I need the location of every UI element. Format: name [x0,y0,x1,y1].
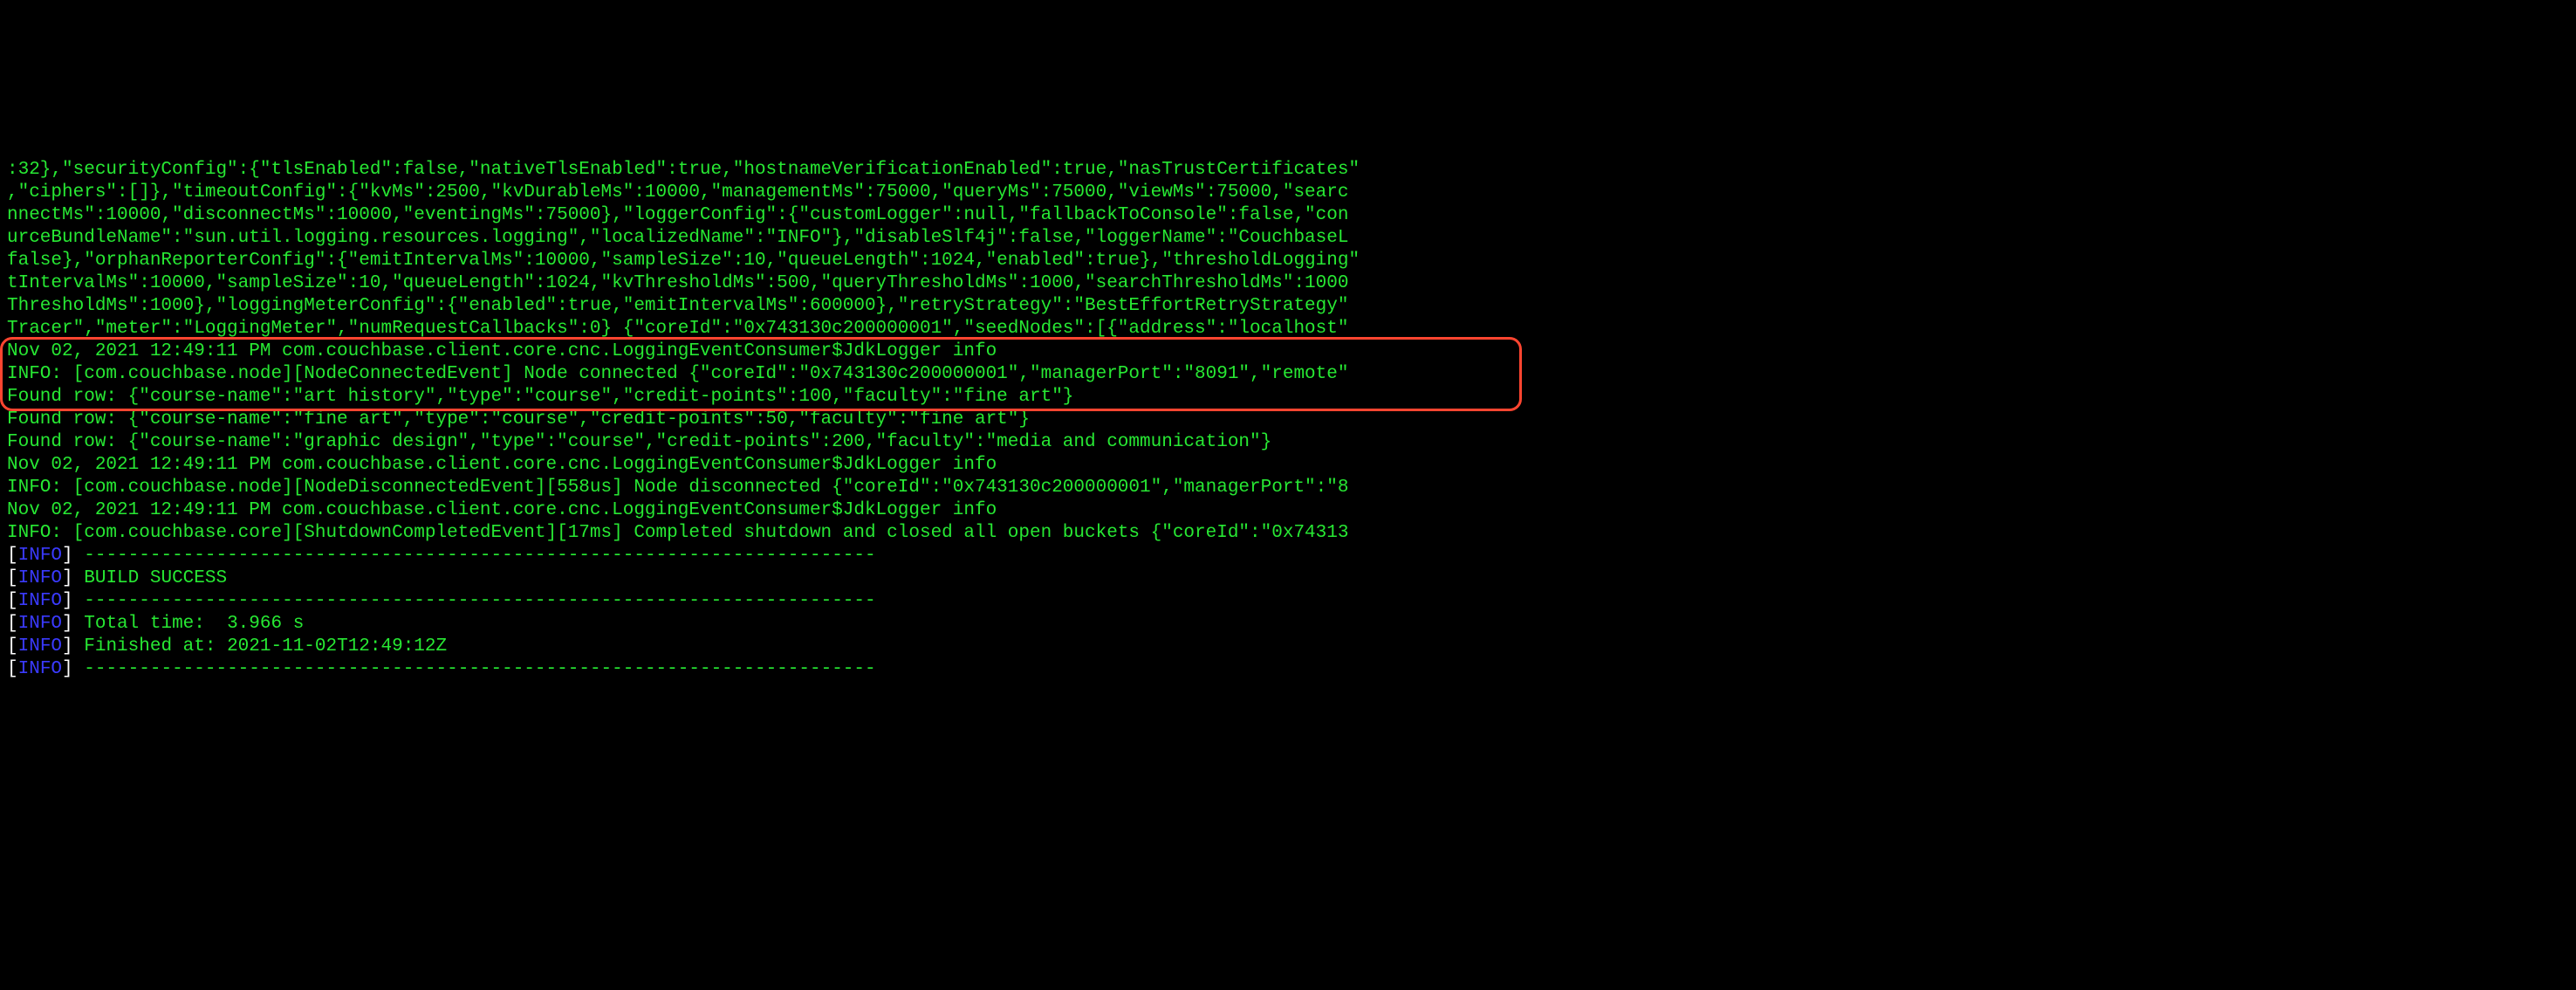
terminal-text: Found row: {"course-name":"fine art","ty… [7,409,1030,430]
terminal-segment: ] [62,636,84,657]
terminal-segment: [ [7,636,18,657]
terminal-line: [INFO] ---------------------------------… [0,658,2576,681]
terminal-segment: ----------------------------------------… [84,659,875,679]
terminal-line: [INFO] BUILD SUCCESS [0,567,2576,590]
terminal-segment: ] [62,614,84,634]
terminal-segment: INFO [18,659,62,679]
terminal-segment: ----------------------------------------… [84,546,875,566]
terminal-output[interactable]: :32},"securityConfig":{"tlsEnabled":fals… [0,113,2576,990]
terminal-segment: ----------------------------------------… [84,591,875,611]
terminal-segment: INFO [18,546,62,566]
terminal-line: [INFO] ---------------------------------… [0,590,2576,613]
terminal-line: Nov 02, 2021 12:49:11 PM com.couchbase.c… [0,499,2576,522]
terminal-text: ThresholdMs":1000},"loggingMeterConfig":… [7,296,1348,316]
terminal-line: Found row: {"course-name":"graphic desig… [0,431,2576,454]
terminal-line: false},"orphanReporterConfig":{"emitInte… [0,250,2576,272]
terminal-line: [INFO] ---------------------------------… [0,545,2576,567]
terminal-segment: INFO [18,636,62,657]
terminal-line: INFO: [com.couchbase.core][ShutdownCompl… [0,522,2576,545]
terminal-line: INFO: [com.couchbase.node][NodeConnected… [0,363,2576,386]
terminal-text: false},"orphanReporterConfig":{"emitInte… [7,251,1360,271]
terminal-text: Found row: {"course-name":"graphic desig… [7,432,1271,452]
terminal-text: INFO: [com.couchbase.node][NodeDisconnec… [7,478,1348,498]
terminal-segment: [ [7,614,18,634]
terminal-text: Nov 02, 2021 12:49:11 PM com.couchbase.c… [7,500,997,520]
terminal-line: tIntervalMs":10000,"sampleSize":10,"queu… [0,272,2576,295]
terminal-line: [INFO] Finished at: 2021-11-02T12:49:12Z [0,636,2576,658]
terminal-segment: INFO [18,568,62,588]
terminal-line: urceBundleName":"sun.util.logging.resour… [0,227,2576,250]
terminal-line: Nov 02, 2021 12:49:11 PM com.couchbase.c… [0,340,2576,363]
terminal-text: tIntervalMs":10000,"sampleSize":10,"queu… [7,273,1348,293]
terminal-line: Found row: {"course-name":"fine art","ty… [0,409,2576,431]
terminal-segment: Total time: 3.966 s [84,614,304,634]
terminal-segment: ] [62,659,84,679]
terminal-line: nnectMs":10000,"disconnectMs":10000,"eve… [0,204,2576,227]
terminal-text: ,"ciphers":[]},"timeoutConfig":{"kvMs":2… [7,182,1348,203]
terminal-segment: INFO [18,614,62,634]
terminal-segment: [ [7,591,18,611]
terminal-text: INFO: [com.couchbase.core][ShutdownCompl… [7,523,1348,543]
terminal-line: :32},"securityConfig":{"tlsEnabled":fals… [0,159,2576,182]
terminal-line: ,"ciphers":[]},"timeoutConfig":{"kvMs":2… [0,182,2576,204]
terminal-segment: Finished at: 2021-11-02T12:49:12Z [84,636,447,657]
terminal-text: Tracer","meter":"LoggingMeter","numReque… [7,319,1348,339]
terminal-line: [INFO] Total time: 3.966 s [0,613,2576,636]
terminal-text: Nov 02, 2021 12:49:11 PM com.couchbase.c… [7,455,997,475]
terminal-line: INFO: [com.couchbase.node][NodeDisconnec… [0,477,2576,499]
terminal-line: Nov 02, 2021 12:49:11 PM com.couchbase.c… [0,454,2576,477]
terminal-segment: INFO [18,591,62,611]
terminal-segment: BUILD SUCCESS [84,568,227,588]
terminal-text: nnectMs":10000,"disconnectMs":10000,"eve… [7,205,1348,225]
terminal-text: urceBundleName":"sun.util.logging.resour… [7,228,1348,248]
terminal-segment: [ [7,659,18,679]
terminal-text: :32},"securityConfig":{"tlsEnabled":fals… [7,160,1360,180]
terminal-segment: ] [62,591,84,611]
terminal-segment: [ [7,568,18,588]
terminal-lines: :32},"securityConfig":{"tlsEnabled":fals… [0,159,2576,681]
terminal-text: INFO: [com.couchbase.node][NodeConnected… [7,364,1348,384]
terminal-line: Found row: {"course-name":"art history",… [0,386,2576,409]
terminal-segment: ] [62,546,84,566]
terminal-text: Nov 02, 2021 12:49:11 PM com.couchbase.c… [7,341,997,361]
terminal-line: ThresholdMs":1000},"loggingMeterConfig":… [0,295,2576,318]
terminal-segment: [ [7,546,18,566]
terminal-text: Found row: {"course-name":"art history",… [7,387,1073,407]
terminal-segment: ] [62,568,84,588]
terminal-line: Tracer","meter":"LoggingMeter","numReque… [0,318,2576,340]
